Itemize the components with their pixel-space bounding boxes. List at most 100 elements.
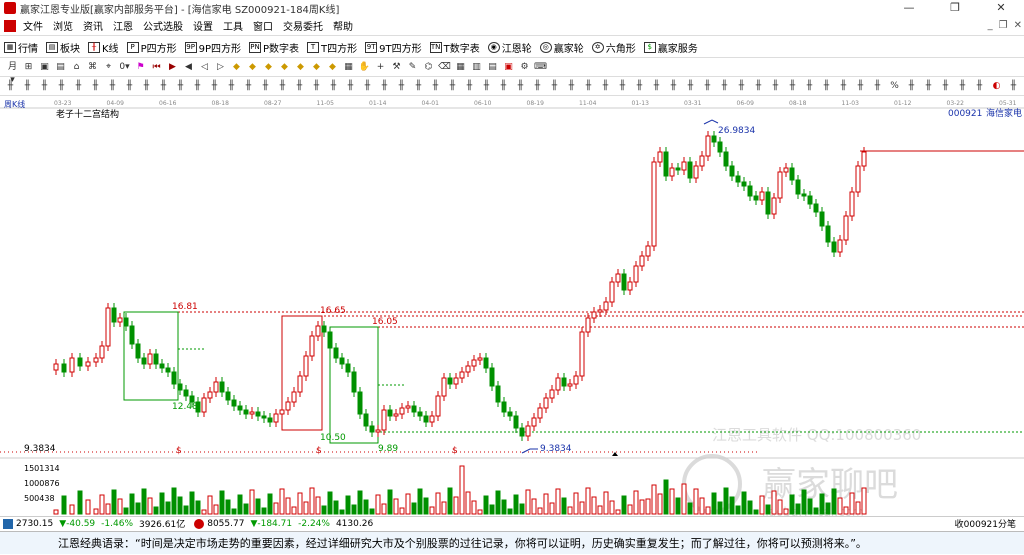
notebook-icon[interactable]: ▣ bbox=[502, 61, 515, 74]
menu-file[interactable]: 文件 bbox=[18, 18, 48, 33]
line-tool-2-icon[interactable]: ╫ bbox=[21, 80, 34, 93]
line-tool-51-icon[interactable]: ╫ bbox=[854, 80, 867, 93]
crosshair-icon[interactable]: + bbox=[374, 61, 387, 74]
line-tool-3-icon[interactable]: ╫ bbox=[38, 80, 51, 93]
line-tool-33-icon[interactable]: ╫ bbox=[548, 80, 561, 93]
diamond1-icon[interactable]: ◆ bbox=[230, 61, 243, 74]
maximize-button[interactable]: ❐ bbox=[932, 0, 978, 16]
mdi-close-button[interactable]: ✕ bbox=[1014, 20, 1022, 31]
tool-h-icon[interactable]: ⌬ bbox=[422, 61, 435, 74]
minimize-button[interactable]: — bbox=[886, 0, 932, 16]
toolbar-9t-square-button[interactable]: 9T 9T四方形 bbox=[365, 40, 422, 55]
diamond3-icon[interactable]: ◆ bbox=[262, 61, 275, 74]
line-tool-53-icon[interactable]: ╫ bbox=[905, 80, 918, 93]
toolbar-9p-square-button[interactable]: 9P 9P四方形 bbox=[184, 40, 241, 55]
line-tool-37-icon[interactable]: ╫ bbox=[616, 80, 629, 93]
line-tool-31-icon[interactable]: ╫ bbox=[514, 80, 527, 93]
first-icon[interactable]: ⏮ bbox=[150, 61, 163, 74]
play-icon[interactable]: ▶ bbox=[166, 61, 179, 74]
period-select-icon[interactable]: 月▾ bbox=[6, 61, 19, 85]
toolbar-blocks-button[interactable]: ▤ 板块 bbox=[46, 40, 80, 55]
toolbar-hexagon-button[interactable]: ✡ 六角形 bbox=[591, 40, 636, 55]
color-icon[interactable]: ◐ bbox=[990, 80, 1003, 93]
kline-chart[interactable]: 03-23 04-09 06-16 08-18 08-27 11-05 01-14 04-01… bbox=[0, 96, 1024, 519]
line-tool-16-icon[interactable]: ╫ bbox=[259, 80, 272, 93]
tool-i-icon[interactable]: ⌫ bbox=[438, 61, 451, 74]
save-icon[interactable]: ▥ bbox=[470, 61, 483, 74]
step-fwd-icon[interactable]: ▷ bbox=[214, 61, 227, 74]
menu-window[interactable]: 窗口 bbox=[248, 18, 278, 33]
line-tool-32-icon[interactable]: ╫ bbox=[531, 80, 544, 93]
toolbar-t-number-button[interactable]: TN T数字表 bbox=[429, 40, 480, 55]
line-tool-4-icon[interactable]: ╫ bbox=[55, 80, 68, 93]
line-tool-46-icon[interactable]: ╫ bbox=[769, 80, 782, 93]
toolbar-p-square-button[interactable]: P P四方形 bbox=[126, 40, 177, 55]
line-tool-7-icon[interactable]: ╫ bbox=[106, 80, 119, 93]
line-tool-40-icon[interactable]: ╫ bbox=[667, 80, 680, 93]
zero-icon[interactable]: 0▾ bbox=[118, 61, 131, 74]
line-tool-13-icon[interactable]: ╫ bbox=[208, 80, 221, 93]
line-tool-52-icon[interactable]: ╫ bbox=[871, 80, 884, 93]
menu-browse[interactable]: 浏览 bbox=[48, 18, 78, 33]
menu-trade[interactable]: 交易委托 bbox=[278, 18, 328, 33]
line-tool-27-icon[interactable]: ╫ bbox=[446, 80, 459, 93]
line-tool-24-icon[interactable]: ╫ bbox=[395, 80, 408, 93]
menu-tools[interactable]: 工具 bbox=[218, 18, 248, 33]
line-tool-38-icon[interactable]: ╫ bbox=[633, 80, 646, 93]
line-tool-55-icon[interactable]: ╫ bbox=[939, 80, 952, 93]
line-tool-8-icon[interactable]: ╫ bbox=[123, 80, 136, 93]
diamond7-icon[interactable]: ◆ bbox=[326, 61, 339, 74]
line-tool-18-icon[interactable]: ╫ bbox=[293, 80, 306, 93]
diamond2-icon[interactable]: ◆ bbox=[246, 61, 259, 74]
line-tool-39-icon[interactable]: ╫ bbox=[650, 80, 663, 93]
line-tool-50-icon[interactable]: ╫ bbox=[837, 80, 850, 93]
close-button[interactable]: ✕ bbox=[978, 0, 1024, 16]
flag-icon[interactable]: ⚑ bbox=[134, 61, 147, 74]
mdi-minimize-button[interactable]: _ bbox=[988, 20, 993, 31]
line-tool-10-icon[interactable]: ╫ bbox=[157, 80, 170, 93]
tool-k-icon[interactable]: ⌨ bbox=[534, 61, 547, 74]
line-tool-15-icon[interactable]: ╫ bbox=[242, 80, 255, 93]
line-tool-22-icon[interactable]: ╫ bbox=[361, 80, 374, 93]
toolbar-winner-wheel-button[interactable]: ◎ 赢家轮 bbox=[539, 40, 584, 55]
line-tool-17-icon[interactable]: ╫ bbox=[276, 80, 289, 93]
line-tool-12-icon[interactable]: ╫ bbox=[191, 80, 204, 93]
line-tool-36-icon[interactable]: ╫ bbox=[599, 80, 612, 93]
step-back-icon[interactable]: ◁ bbox=[198, 61, 211, 74]
zoom-icon[interactable]: ⊞ bbox=[22, 61, 35, 74]
line-tool-43-icon[interactable]: ╫ bbox=[718, 80, 731, 93]
book-icon[interactable]: ▤ bbox=[486, 61, 499, 74]
diamond5-icon[interactable]: ◆ bbox=[294, 61, 307, 74]
toolbar-quotes-button[interactable]: ▦ 行情 bbox=[4, 40, 38, 55]
line-tool-5-icon[interactable]: ╫ bbox=[72, 80, 85, 93]
tool-j-icon[interactable]: ⚙ bbox=[518, 61, 531, 74]
tool-e-icon[interactable]: ⌖ bbox=[102, 61, 115, 74]
line-tool-41-icon[interactable]: ╫ bbox=[684, 80, 697, 93]
line-tool-29-icon[interactable]: ╫ bbox=[480, 80, 493, 93]
line-tool-47-icon[interactable]: ╫ bbox=[786, 80, 799, 93]
line-tool-56-icon[interactable]: ╫ bbox=[956, 80, 969, 93]
line-tool-6-icon[interactable]: ╫ bbox=[89, 80, 102, 93]
menu-help[interactable]: 帮助 bbox=[328, 18, 358, 33]
menu-news[interactable]: 资讯 bbox=[78, 18, 108, 33]
line-tool-49-icon[interactable]: ╫ bbox=[820, 80, 833, 93]
line-tool-23-icon[interactable]: ╫ bbox=[378, 80, 391, 93]
line-tool-30-icon[interactable]: ╫ bbox=[497, 80, 510, 93]
prev-icon[interactable]: ◀ bbox=[182, 61, 195, 74]
line-tool-21-icon[interactable]: ╫ bbox=[344, 80, 357, 93]
toolbar-p-number-button[interactable]: PN P数字表 bbox=[249, 40, 299, 55]
diamond4-icon[interactable]: ◆ bbox=[278, 61, 291, 74]
line-tool-58-icon[interactable]: ╫ bbox=[1007, 80, 1020, 93]
line-tool-1-icon[interactable]: ╫ bbox=[4, 80, 17, 93]
kline-svg[interactable]: 03-23 04-09 06-16 08-18 08-27 11-05 01-14 04-01… bbox=[0, 96, 1024, 519]
tool-a-icon[interactable]: ▣ bbox=[38, 61, 51, 74]
line-tool-25-icon[interactable]: ╫ bbox=[412, 80, 425, 93]
line-tool-42-icon[interactable]: ╫ bbox=[701, 80, 714, 93]
line-tool-28-icon[interactable]: ╫ bbox=[463, 80, 476, 93]
menu-settings[interactable]: 设置 bbox=[188, 18, 218, 33]
app-menu-icon[interactable] bbox=[4, 19, 16, 32]
toolbar-kline-button[interactable]: ╫ K线 bbox=[88, 40, 119, 55]
tool-c-icon[interactable]: ⌂ bbox=[70, 61, 83, 74]
percent-icon[interactable]: % bbox=[888, 80, 901, 93]
line-tool-48-icon[interactable]: ╫ bbox=[803, 80, 816, 93]
